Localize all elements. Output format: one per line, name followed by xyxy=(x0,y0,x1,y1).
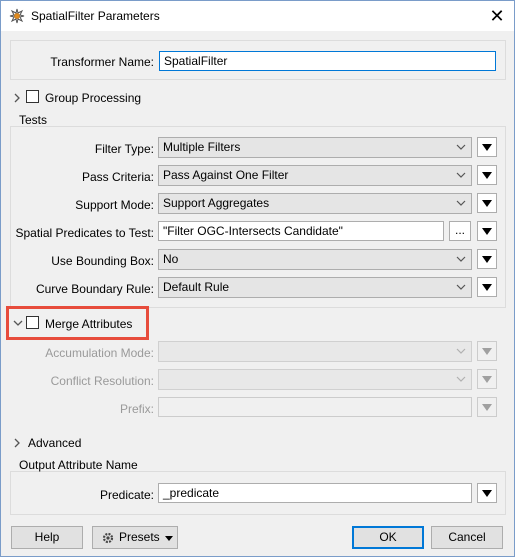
spatial-predicates-input[interactable]: "Filter OGC-Intersects Candidate" xyxy=(158,221,444,241)
filter-type-value: Multiple Filters xyxy=(163,140,241,154)
accumulation-mode-label: Accumulation Mode: xyxy=(45,346,154,360)
filter-type-label: Filter Type: xyxy=(94,142,154,156)
chevron-down-icon xyxy=(455,281,467,293)
accumulation-mode-menu-button[interactable] xyxy=(477,341,497,361)
conflict-resolution-label: Conflict Resolution: xyxy=(50,374,154,388)
conflict-resolution-select[interactable] xyxy=(158,369,472,390)
fme-transformer-icon xyxy=(9,8,25,24)
presets-button[interactable]: Presets xyxy=(92,526,178,549)
dialog-window: SpatialFilter Parameters ✕ Transformer N… xyxy=(0,0,515,557)
dropdown-arrow-icon xyxy=(482,376,492,383)
dropdown-arrow-icon xyxy=(482,348,492,355)
dropdown-arrow-icon xyxy=(482,256,492,263)
ok-button[interactable]: OK xyxy=(352,526,424,549)
prefix-label: Prefix: xyxy=(119,402,154,416)
spatial-predicates-browse-button[interactable]: ... xyxy=(449,221,471,241)
chevron-down-icon xyxy=(455,197,467,209)
filter-type-select[interactable]: Multiple Filters xyxy=(158,137,472,158)
transformer-name-label: Transformer Name: xyxy=(50,55,154,69)
use-bounding-box-menu-button[interactable] xyxy=(477,249,497,269)
use-bounding-box-select[interactable]: No xyxy=(158,249,472,270)
predicate-menu-button[interactable] xyxy=(477,483,497,503)
pass-criteria-menu-button[interactable] xyxy=(477,165,497,185)
conflict-resolution-menu-button[interactable] xyxy=(477,369,497,389)
chevron-down-icon xyxy=(455,253,467,265)
help-button[interactable]: Help xyxy=(11,526,83,549)
close-icon[interactable]: ✕ xyxy=(480,1,514,31)
tests-title: Tests xyxy=(19,113,48,127)
dropdown-arrow-icon xyxy=(482,490,492,497)
collapse-down-icon[interactable] xyxy=(13,317,23,327)
dropdown-arrow-icon xyxy=(482,284,492,291)
chevron-down-icon xyxy=(455,169,467,181)
expand-right-icon[interactable] xyxy=(12,92,22,103)
chevron-down-icon xyxy=(455,373,467,385)
predicate-input[interactable]: _predicate xyxy=(158,483,472,503)
support-mode-select[interactable]: Support Aggregates xyxy=(158,193,472,214)
group-processing-checkbox[interactable] xyxy=(26,90,39,103)
support-mode-label: Support Mode: xyxy=(75,198,154,212)
spatial-predicates-label: Spatial Predicates to Test: xyxy=(15,226,154,240)
support-mode-value: Support Aggregates xyxy=(163,196,270,210)
use-bounding-box-label: Use Bounding Box: xyxy=(51,254,154,268)
transformer-name-input[interactable]: SpatialFilter xyxy=(159,51,496,71)
gear-icon xyxy=(101,531,115,545)
chevron-down-icon xyxy=(455,345,467,357)
dialog-title: SpatialFilter Parameters xyxy=(31,9,160,23)
output-title: Output Attribute Name xyxy=(19,458,138,472)
dropdown-arrow-icon xyxy=(482,144,492,151)
curve-boundary-menu-button[interactable] xyxy=(477,277,497,297)
merge-attributes-checkbox[interactable] xyxy=(26,316,39,329)
dropdown-arrow-icon xyxy=(482,228,492,235)
use-bounding-box-value: No xyxy=(163,252,179,266)
dropdown-arrow-icon xyxy=(482,172,492,179)
chevron-down-icon xyxy=(165,536,173,541)
support-mode-menu-button[interactable] xyxy=(477,193,497,213)
curve-boundary-label: Curve Boundary Rule: xyxy=(35,282,154,296)
advanced-label[interactable]: Advanced xyxy=(28,436,81,450)
pass-criteria-value: Pass Against One Filter xyxy=(163,168,289,182)
dropdown-arrow-icon xyxy=(482,200,492,207)
presets-label: Presets xyxy=(119,530,160,544)
curve-boundary-value: Default Rule xyxy=(163,280,230,294)
prefix-menu-button[interactable] xyxy=(477,397,497,417)
accumulation-mode-select[interactable] xyxy=(158,341,472,362)
predicate-label: Predicate: xyxy=(99,488,154,502)
title-bar: SpatialFilter Parameters ✕ xyxy=(1,1,514,31)
cancel-button[interactable]: Cancel xyxy=(431,526,503,549)
chevron-down-icon xyxy=(455,141,467,153)
pass-criteria-label: Pass Criteria: xyxy=(81,170,154,184)
dropdown-arrow-icon xyxy=(482,404,492,411)
spatial-predicates-menu-button[interactable] xyxy=(477,221,497,241)
group-processing-label: Group Processing xyxy=(45,91,142,105)
merge-attributes-label: Merge Attributes xyxy=(45,317,133,331)
prefix-input[interactable] xyxy=(158,397,472,417)
pass-criteria-select[interactable]: Pass Against One Filter xyxy=(158,165,472,186)
expand-right-icon[interactable] xyxy=(12,437,22,448)
curve-boundary-select[interactable]: Default Rule xyxy=(158,277,472,298)
filter-type-menu-button[interactable] xyxy=(477,137,497,157)
